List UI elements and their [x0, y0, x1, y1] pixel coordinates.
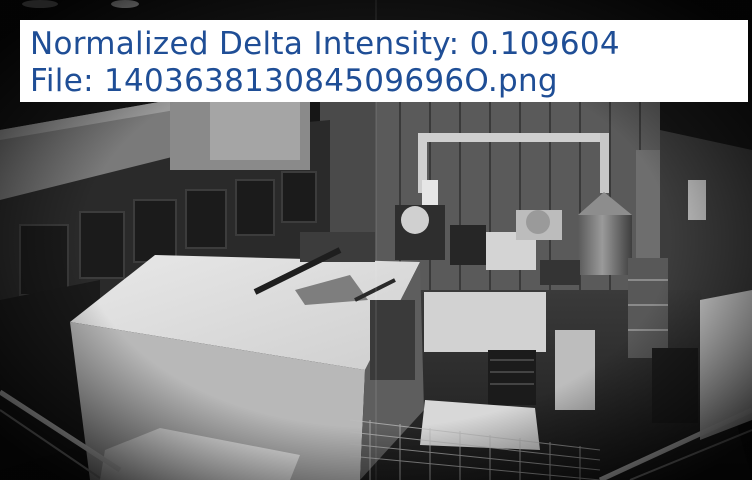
intensity-overlay-box: Normalized Delta Intensity: 0.109604 Fil… — [20, 20, 748, 102]
file-readout: File: 140363813084509696O.png — [30, 64, 558, 98]
intensity-readout: Normalized Delta Intensity: 0.109604 — [30, 27, 620, 61]
file-name: 140363813084509696O.png — [103, 63, 558, 99]
file-label: File: — [30, 63, 94, 99]
intensity-value: 0.109604 — [469, 26, 620, 62]
intensity-label: Normalized Delta Intensity: — [30, 26, 460, 62]
camera-frame: Normalized Delta Intensity: 0.109604 Fil… — [0, 0, 752, 480]
